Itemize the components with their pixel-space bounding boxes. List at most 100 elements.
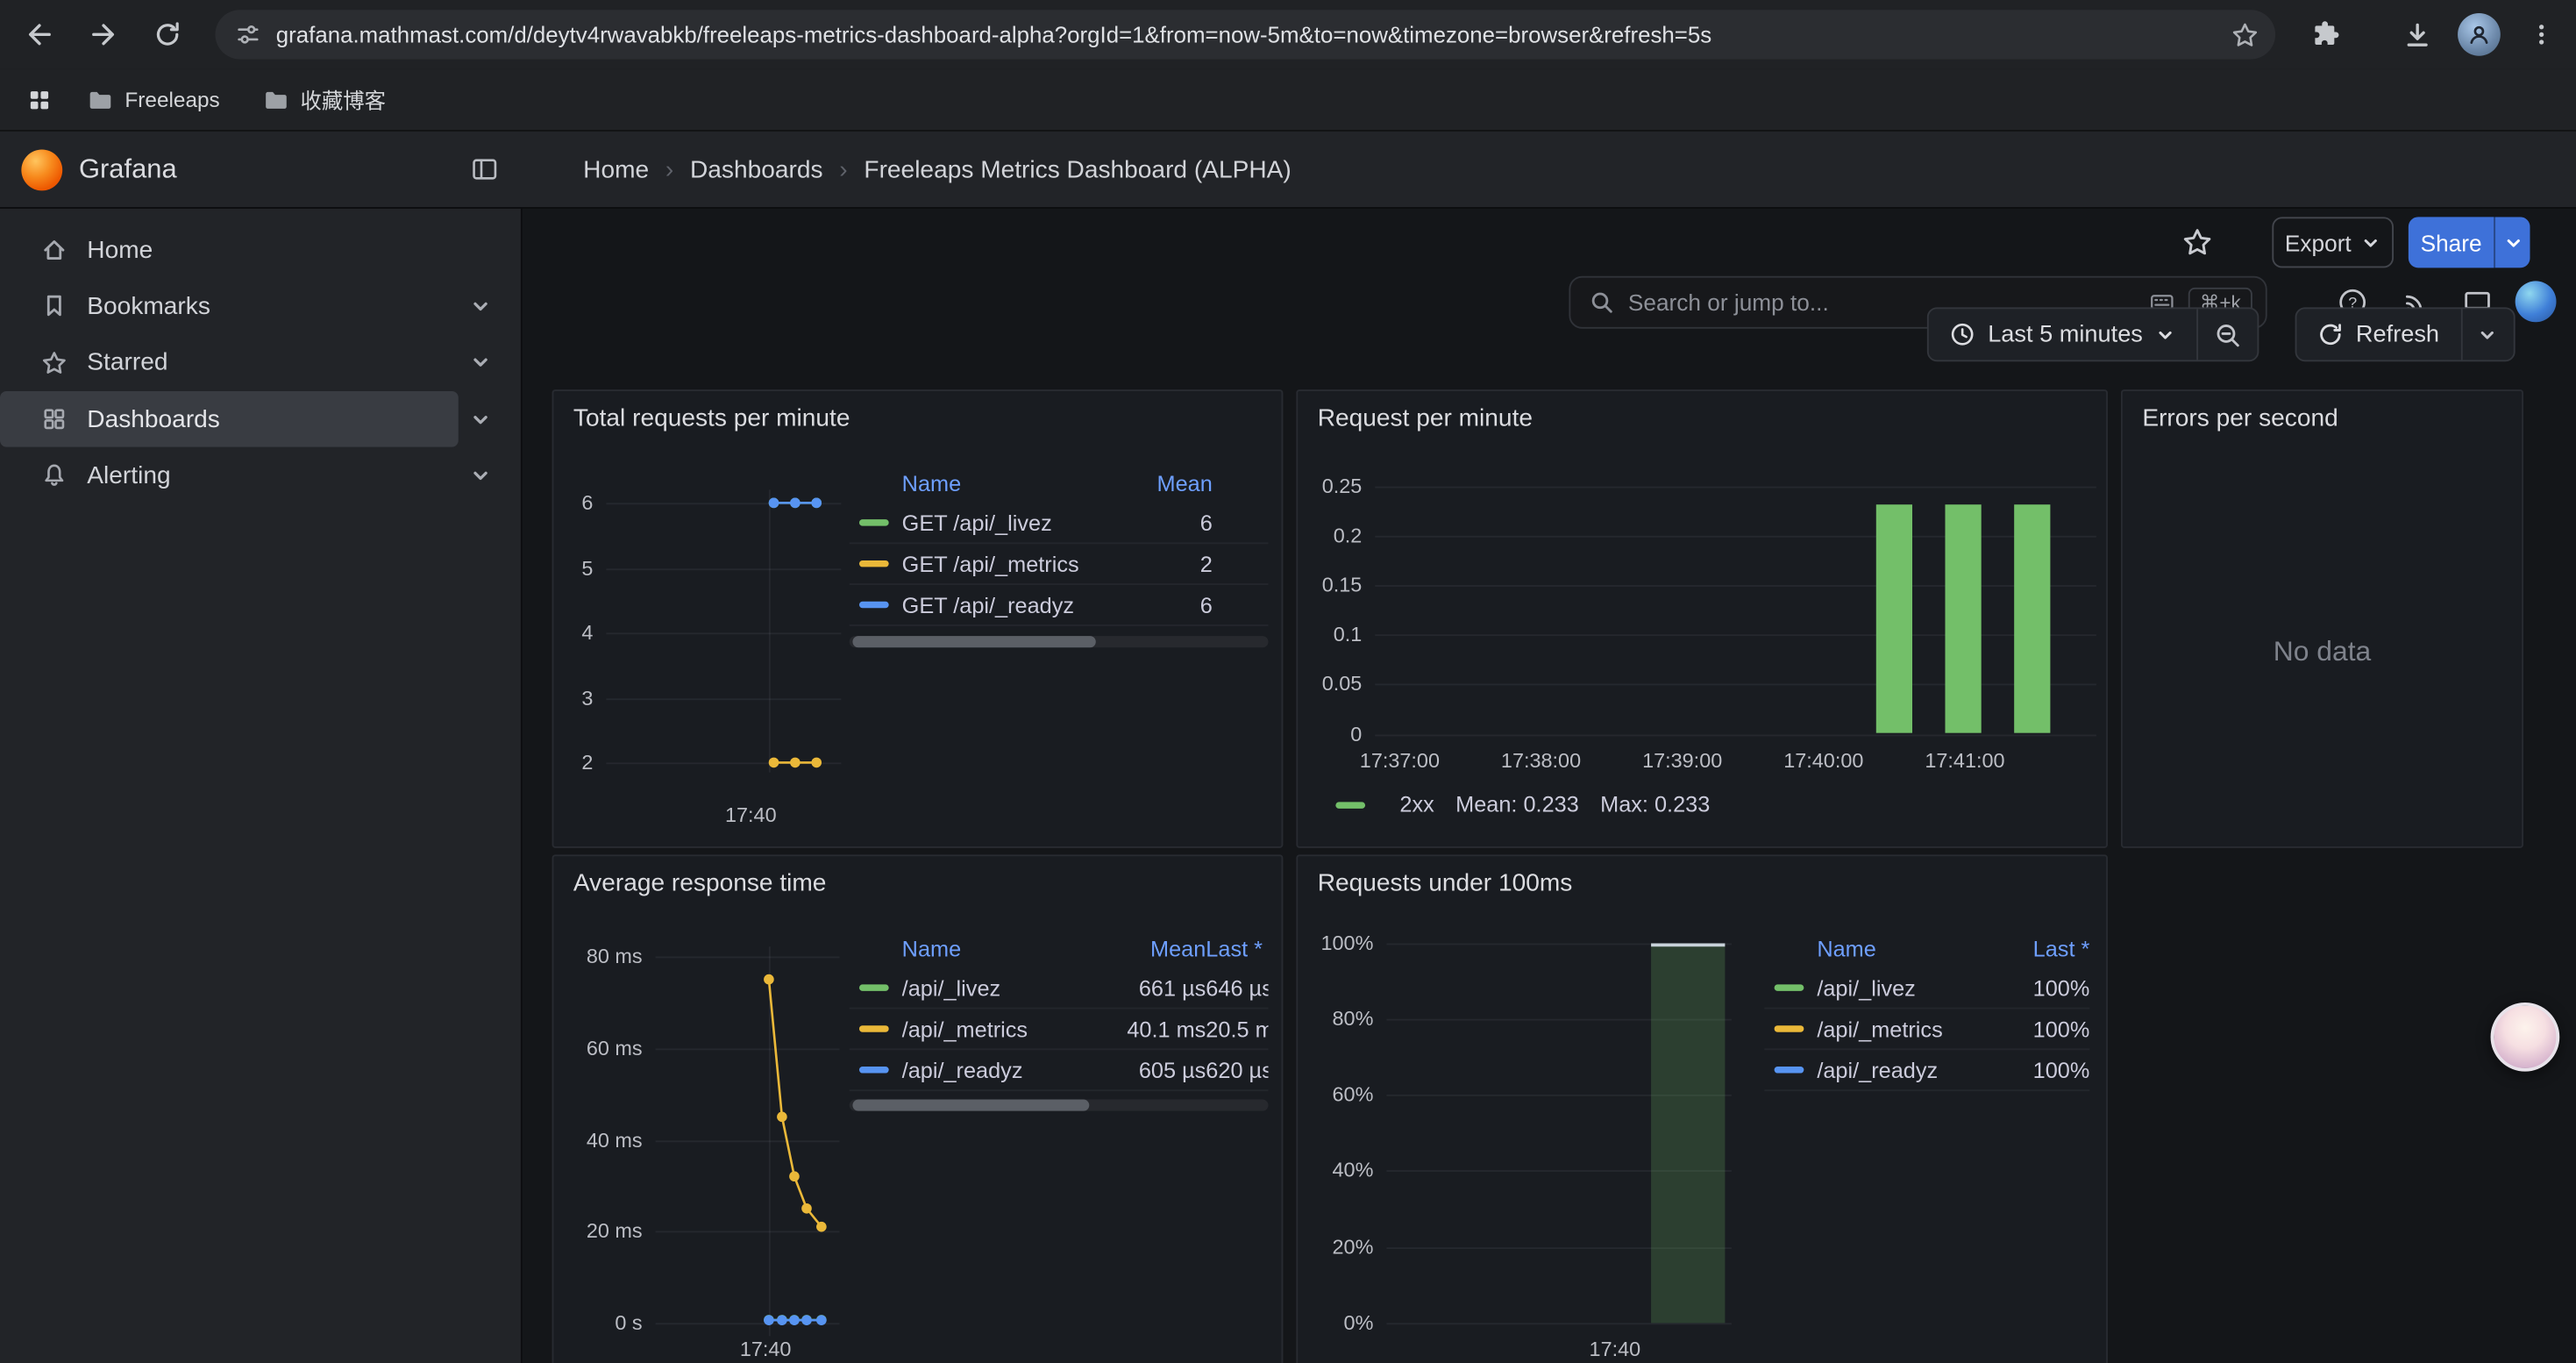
grafana-header: Grafana Home › Dashboards › Freeleaps Metric… [0,132,2576,209]
y-axis-label: 0.15 [1298,572,1362,598]
chevron-down-icon[interactable] [459,352,502,373]
refresh-button[interactable]: Refresh [2296,309,2460,360]
chevron-down-icon[interactable] [459,296,502,317]
grafana-header-left: Grafana [0,132,523,207]
user-avatar[interactable] [2516,281,2557,322]
legend-table: NameLast * /api/_livez100%/api/_metrics10… [1764,929,2089,1091]
url-text[interactable]: grafana.mathmast.com/d/deytv4rwavabkb/fr… [276,22,2217,46]
profile-button[interactable] [2451,6,2508,62]
legend-col-name[interactable]: Name [850,471,1128,496]
series-value: 20.5 ms [1206,1017,1268,1041]
apps-shortcut-button[interactable] [17,76,62,122]
gridline [1375,683,2096,685]
legend-col-header[interactable]: Last * [1997,936,2089,960]
series-name: /api/_readyz [1817,1058,1997,1082]
dock-panel-icon [470,154,500,184]
sidebar-item-dashboards[interactable]: Dashboards [0,391,459,447]
chevron-down-icon[interactable] [459,465,502,486]
legend-row[interactable]: /api/_readyz100% [1764,1050,2089,1091]
bar [1651,944,1725,1324]
refresh-interval-button[interactable] [2460,309,2513,360]
starred-icon [41,350,68,376]
legend-col-header[interactable]: Last * [1206,936,1268,960]
download-icon [2401,19,2432,51]
panel-errors-per-second: Errors per second No data [2121,389,2523,848]
downloads-button[interactable] [2388,6,2444,62]
legend-scrollbar[interactable] [850,636,1269,647]
grafana-logo[interactable] [21,149,62,190]
time-range-button[interactable]: Last 5 minutes [1929,309,2197,360]
breadcrumb: Home › Dashboards › Freeleaps Metrics Dashbo… [583,155,1292,183]
address-bar[interactable]: grafana.mathmast.com/d/deytv4rwavabkb/fr… [215,10,2275,59]
bookmark-icon [41,293,68,319]
favorite-dashboard-button[interactable] [2175,220,2218,263]
legend-col-name[interactable]: Name [850,936,1121,960]
scrollbar-thumb[interactable] [852,636,1095,647]
y-axis-label: 0.25 [1298,474,1362,500]
series-color-dash [859,602,889,608]
breadcrumb-item[interactable]: Dashboards [690,155,823,183]
legend-header-row: NameMeanLast * [850,929,1269,968]
sidebar-item-alerting[interactable]: Alerting [0,447,459,503]
scrollbar-thumb[interactable] [852,1100,1089,1111]
legend-row[interactable]: /api/_livez100% [1764,968,2089,1010]
apps-icon [41,406,68,432]
bell-icon [41,462,68,489]
gridline [1375,536,2096,538]
zoom-out-time-button[interactable] [2197,309,2258,360]
series-color-dash [1775,1067,1804,1073]
legend-row[interactable]: GET /api/_readyz6 [850,585,1269,626]
extensions-button[interactable] [2296,6,2352,62]
panel-title[interactable]: Errors per second [2142,404,2338,432]
sidebar-item-label: Alerting [87,461,170,489]
series-value: 100% [1997,1058,2089,1082]
dock-menu-button[interactable] [470,154,500,184]
bookmark-star-icon[interactable] [2231,20,2259,48]
export-button[interactable]: Export [2272,217,2394,268]
legend-col-header[interactable]: Mean [1121,936,1206,960]
x-axis-label: 17:39:00 [1625,748,1740,774]
bar [1945,504,1981,734]
legend-row[interactable]: GET /api/_metrics2 [850,544,1269,585]
chevron-down-icon[interactable] [459,409,502,430]
forward-button[interactable] [75,6,132,62]
floating-avatar[interactable] [2491,1003,2560,1072]
legend-row[interactable]: /api/_readyz605 µs620 µs [850,1050,1269,1091]
series-name: GET /api/_readyz [902,592,1128,617]
legend-row[interactable]: GET /api/_livez6 [850,503,1269,544]
series-name: GET /api/_metrics [902,552,1128,576]
browser-menu-button[interactable] [2514,6,2570,62]
legend-col-header[interactable]: Mean [1127,471,1212,496]
chevron-down-icon [2503,232,2523,252]
breadcrumb-item[interactable]: Home [583,155,649,183]
bookmarks-bar: Freeleaps 收藏博客 [0,69,2576,132]
site-settings-icon[interactable] [235,21,261,47]
sidebar-item-bookmarks[interactable]: Bookmarks [0,278,459,334]
sidebar-item-home[interactable]: Home [0,222,459,278]
legend-row[interactable]: /api/_metrics40.1 ms20.5 ms [850,1009,1269,1050]
legend-row[interactable]: /api/_livez661 µs646 µs [850,968,1269,1010]
bookmark-item[interactable]: Freeleaps [72,80,234,119]
legend-row[interactable]: /api/_metrics100% [1764,1009,2089,1050]
kebab-menu-icon [2529,21,2555,47]
series-color-dash [859,1025,889,1031]
bookmark-label: 收藏博客 [301,84,386,116]
share-button[interactable]: Share [2409,217,2494,268]
reload-button[interactable] [139,6,196,62]
breadcrumb-separator: › [839,155,847,183]
refresh-label: Refresh [2356,321,2439,347]
no-data-message: No data [2123,457,2522,846]
legend-scrollbar[interactable] [850,1100,1269,1111]
share-menu-button[interactable] [2494,217,2530,268]
breadcrumb-separator: › [665,155,673,183]
browser-profile-avatar [2458,13,2501,56]
sidebar-item-starred[interactable]: Starred [0,335,459,391]
back-button[interactable] [11,6,68,62]
bookmark-item[interactable]: 收藏博客 [248,77,401,122]
series-name[interactable]: 2xx [1399,792,1434,817]
breadcrumb-item[interactable]: Freeleaps Metrics Dashboard (ALPHA) [864,155,1291,183]
legend-col-name[interactable]: Name [1764,936,1997,960]
chevron-down-icon [2361,232,2380,252]
y-axis-label: 60% [1298,1081,1373,1108]
chevron-down-icon [2156,325,2175,344]
